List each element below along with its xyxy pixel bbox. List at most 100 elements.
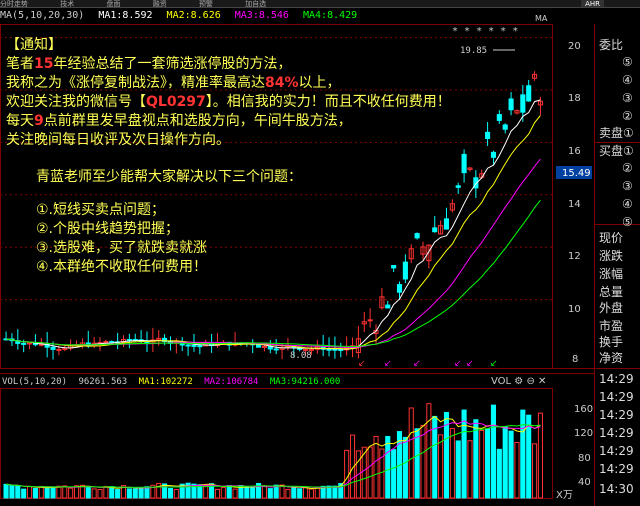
stat-change-pct: 涨幅 (599, 267, 624, 281)
vol-legend-label: VOL(5,10,20) (2, 377, 68, 387)
volume-bar-down (244, 486, 250, 499)
close-icon[interactable]: ✕ (538, 376, 546, 387)
volume-bar-down (473, 419, 479, 499)
volume-bar-up (97, 489, 103, 499)
volume-bar-up (38, 485, 44, 499)
weibi-label: 委比 (599, 38, 624, 52)
notice-line-2: 我称之为《涨停复制战法》，精准率最高达84%以上， (6, 75, 341, 91)
sell-level-3: ③ (622, 91, 633, 105)
candle-down (502, 124, 508, 130)
volume-bar-up (467, 440, 473, 499)
candle-down (197, 345, 203, 348)
volume-bar-down (461, 409, 467, 499)
volume-toolbar: VOL ⚙ ⊖ ✕ (491, 376, 546, 387)
volume-bar-down (32, 488, 38, 499)
vol-indicator-label[interactable]: VOL (491, 376, 511, 387)
signal-arrow: ↙ (384, 359, 392, 369)
vol-tick-40: 40 (578, 477, 591, 488)
candle-down (496, 114, 502, 121)
buy-level-2: ② (622, 161, 633, 175)
notice-line-3: 欢迎关注我的微信号【QL0297】。相信我的实力！而且不收任何费用！ (6, 94, 451, 110)
volume-bar-up (173, 489, 179, 499)
volume-bar-down (332, 485, 338, 499)
vol-value: 96261.563 (78, 377, 128, 387)
signal-arrow: ↙ (454, 359, 462, 369)
volume-bar-down (402, 436, 408, 499)
volume-bar-down (385, 435, 391, 499)
y-tick-14: 14 (568, 199, 581, 210)
stat-pe: 市盈 (599, 319, 624, 333)
volume-bar-up (449, 427, 455, 499)
volume-bars (3, 403, 543, 499)
volume-bar-up (438, 434, 444, 499)
signal-arrows: ↙ ↙ ↙ ↙ ↙ ↙ (358, 359, 498, 369)
buy-level-5: ⑤ (622, 215, 633, 229)
high-price-label: 19.85 (460, 46, 487, 56)
sell-level-4: ④ (622, 73, 633, 87)
notice-item-4: ④.本群绝不收取任何费用！ (36, 259, 208, 275)
signal-arrow: ↙ (490, 359, 498, 369)
volume-bar-up (302, 486, 309, 499)
stat-volume: 总量 (599, 285, 624, 299)
volume-bar-up (479, 429, 485, 499)
volume-bar-down (15, 485, 21, 499)
y-tick-18: 18 (568, 93, 581, 104)
tick-time-2: 14:29 (599, 390, 634, 404)
volume-bar-down (297, 488, 303, 499)
volume-bar-down (496, 448, 502, 499)
volume-bar-up (426, 403, 432, 499)
volume-bar-down (291, 487, 297, 499)
volume-bar-down (115, 488, 121, 499)
volume-bar-down (126, 488, 132, 499)
volume-bar-down (502, 426, 508, 499)
volume-bar-down (508, 430, 514, 499)
volume-bar-down (138, 487, 144, 499)
volume-bar-up (532, 443, 538, 499)
sell-level-2: ② (622, 109, 633, 123)
candle-up (367, 319, 373, 322)
volume-bar-down (414, 428, 420, 499)
tick-time-3: 14:29 (599, 408, 634, 422)
buy-level-3: ③ (622, 179, 633, 193)
y-tick-16: 16 (568, 146, 581, 157)
volume-bar-up (103, 485, 109, 499)
candle-down (332, 348, 338, 351)
volume-bar-down (391, 449, 397, 499)
vol-tick-120: 120 (574, 428, 593, 439)
volume-legend: VOL(5,10,20) 96261.563 MA1:102272 MA2:10… (2, 377, 346, 387)
volume-bar-up (367, 446, 373, 499)
signal-arrow: ↙ (466, 359, 474, 369)
y-tick-10: 10 (568, 304, 581, 315)
minus-icon[interactable]: ⊖ (526, 376, 534, 387)
candle-down (526, 85, 532, 102)
stat-change: 涨跌 (599, 249, 624, 263)
vol-ma1-value: MA1:102272 (138, 377, 193, 387)
settings-icon[interactable]: ⚙ (514, 376, 523, 387)
stat-turnover: 换手 (599, 335, 624, 349)
y-tick-20: 20 (568, 41, 581, 52)
volume-bar-down (50, 487, 56, 499)
volume-bar-up (91, 488, 97, 499)
price-axis: 20 18 16 14 12 10 8 (568, 41, 581, 365)
volume-bar-up (220, 487, 226, 499)
notice-item-2: ②.个股中线趋势把握； (36, 221, 180, 237)
volume-bar-down (520, 409, 526, 499)
volume-bar-up (26, 486, 33, 499)
volume-bar-up (344, 449, 350, 499)
notice-overlay: 【通知】 笔者15年经验总结了一套筛选涨停股的方法， 我称之为《涨停复制战法》，… (6, 36, 451, 277)
volume-bar-up (62, 485, 68, 499)
volume-bar-down (267, 488, 273, 499)
volume-axis: 160 120 80 40 X万 (556, 404, 593, 501)
volume-bar-up (261, 485, 267, 499)
candle-down (455, 185, 461, 188)
notice-line-5: 关注晚间每日收评及次日操作方向。 (6, 132, 230, 148)
candle-down (273, 348, 279, 351)
candle-down (21, 342, 27, 345)
signal-stars: * * * * * * (452, 26, 518, 37)
candle-down (185, 344, 191, 347)
volume-bar-up (373, 435, 379, 499)
volume-bar-down (455, 440, 461, 499)
volume-bar-up (308, 488, 314, 499)
volume-bar-down (21, 488, 27, 499)
volume-bar-up (68, 487, 74, 499)
